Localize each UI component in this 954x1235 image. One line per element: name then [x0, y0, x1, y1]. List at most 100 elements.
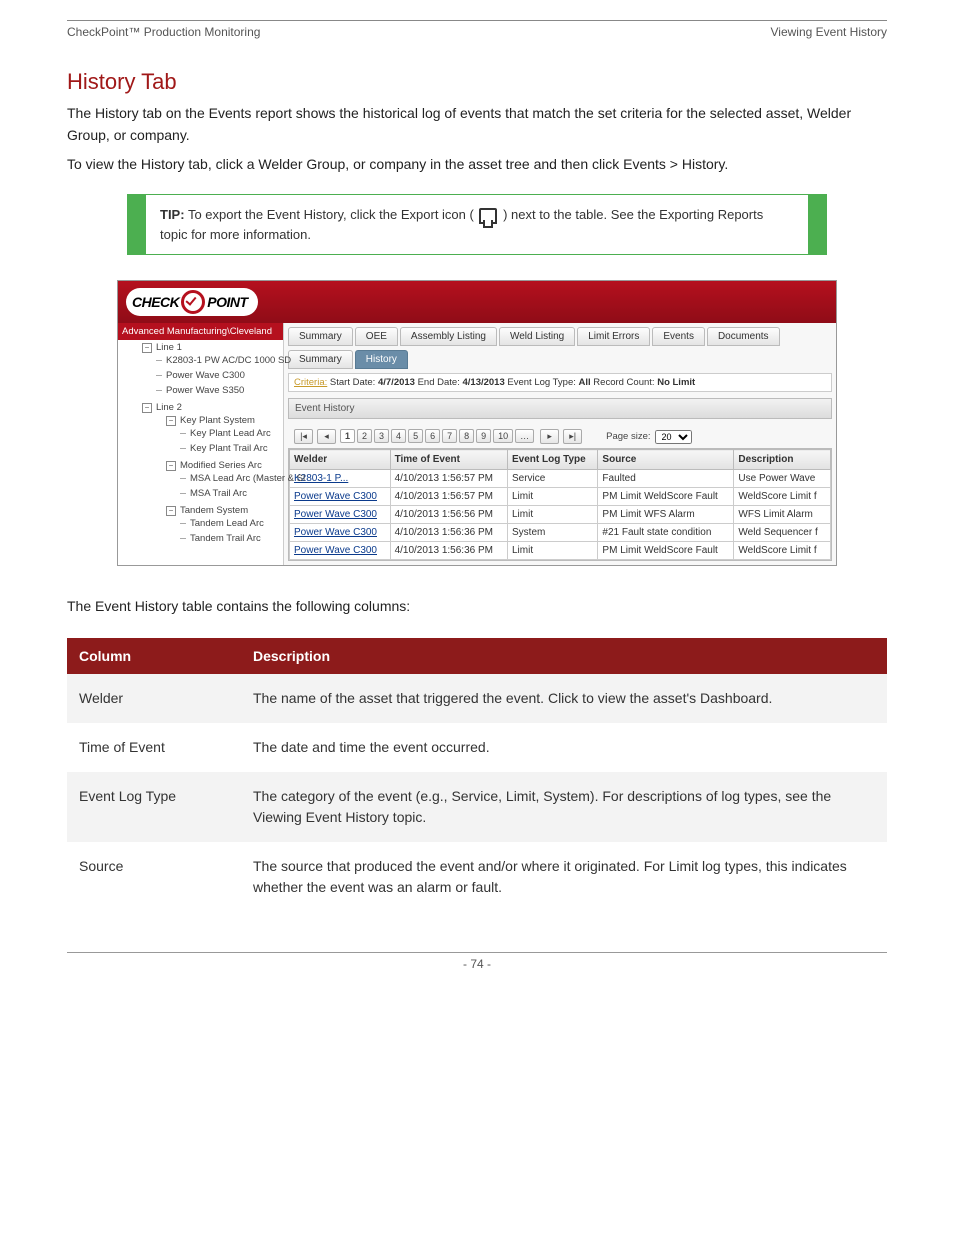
pager-page[interactable]: 2 — [357, 429, 372, 443]
cell: Welder — [67, 674, 241, 723]
pager: |◂ ◂ 12345678910… ▸ ▸| Page size: 20 — [294, 429, 832, 444]
cell: 4/10/2013 1:56:36 PM — [390, 524, 507, 542]
welder-link[interactable]: Power Wave C300 — [290, 506, 391, 524]
tree-item[interactable]: Key Plant Trail Arc — [190, 443, 268, 454]
pager-page[interactable]: 4 — [391, 429, 406, 443]
table-row: Power Wave C3004/10/2013 1:56:36 PMLimit… — [290, 542, 831, 560]
screenshot: CHECK POINT Advanced Manufacturing\Cleve… — [117, 280, 837, 566]
criteria-bar[interactable]: Criteria: Start Date: 4/7/2013 End Date:… — [288, 373, 832, 392]
tab-oee[interactable]: OEE — [355, 327, 398, 346]
pager-page[interactable]: 10 — [493, 429, 513, 443]
folder-icon[interactable]: − — [166, 506, 176, 516]
logo-text-b: POINT — [207, 294, 247, 310]
tab-limit-errors[interactable]: Limit Errors — [577, 327, 650, 346]
criteria-label: Criteria: — [294, 377, 327, 388]
tree-root[interactable]: Advanced Manufacturing\Cleveland — [118, 323, 283, 340]
welder-link[interactable]: Power Wave C300 — [290, 488, 391, 506]
tip-bar-right — [808, 195, 826, 254]
cell: Limit — [508, 542, 598, 560]
logo-check-icon — [181, 290, 205, 314]
tree-item[interactable]: Tandem Trail Arc — [190, 533, 261, 544]
folder-icon[interactable]: − — [166, 461, 176, 471]
tree-item[interactable]: Key Plant System — [180, 415, 255, 426]
page-size-label: Page size: — [606, 431, 650, 442]
pager-page[interactable]: 9 — [476, 429, 491, 443]
table-row: Power Wave C3004/10/2013 1:56:36 PMSyste… — [290, 524, 831, 542]
grid-header[interactable]: Description — [734, 450, 831, 470]
welder-link[interactable]: Power Wave C300 — [290, 524, 391, 542]
tree-item[interactable]: K2803-1 PW AC/DC 1000 SD — [166, 355, 291, 366]
pager-page[interactable]: 5 — [408, 429, 423, 443]
page-size-select[interactable]: 20 — [655, 430, 692, 444]
cell: 4/10/2013 1:56:57 PM — [390, 470, 507, 488]
cell: WeldScore Limit f — [734, 488, 831, 506]
logo-text-a: CHECK — [132, 294, 179, 310]
tab-weld-listing[interactable]: Weld Listing — [499, 327, 575, 346]
tree-item[interactable]: Key Plant Lead Arc — [190, 428, 271, 439]
tip-label: TIP: — [160, 207, 185, 222]
grid-header[interactable]: Time of Event — [390, 450, 507, 470]
cell: The name of the asset that triggered the… — [241, 674, 887, 723]
tab-documents[interactable]: Documents — [707, 327, 780, 346]
cell: 4/10/2013 1:56:56 PM — [390, 506, 507, 524]
cell: System — [508, 524, 598, 542]
pager-prev[interactable]: ◂ — [317, 429, 336, 444]
cell: Limit — [508, 488, 598, 506]
intro-1: The History tab on the Events report sho… — [67, 103, 887, 146]
cell: Service — [508, 470, 598, 488]
pager-page[interactable]: 1 — [340, 429, 355, 443]
subtab-history[interactable]: History — [355, 350, 408, 369]
tree-item[interactable]: Line 2 — [156, 402, 182, 413]
cell: The category of the event (e.g., Service… — [241, 772, 887, 842]
tree-item[interactable]: Modified Series Arc — [180, 460, 262, 471]
grid-header[interactable]: Event Log Type — [508, 450, 598, 470]
pager-page[interactable]: 6 — [425, 429, 440, 443]
table-row: Power Wave C3004/10/2013 1:56:56 PMLimit… — [290, 506, 831, 524]
cell: PM Limit WeldScore Fault — [598, 542, 734, 560]
tab-events[interactable]: Events — [652, 327, 705, 346]
tree-item[interactable]: Power Wave C300 — [166, 370, 245, 381]
tab-summary[interactable]: Summary — [288, 327, 353, 346]
running-left: CheckPoint™ Production Monitoring — [67, 25, 260, 39]
tree-item[interactable]: Line 1 — [156, 342, 182, 353]
tree-item[interactable]: Power Wave S350 — [166, 385, 244, 396]
pager-page[interactable]: … — [515, 429, 534, 443]
tree-item[interactable]: Tandem System — [180, 505, 248, 516]
folder-icon[interactable]: − — [142, 403, 152, 413]
table-row: SourceThe source that produced the event… — [67, 842, 887, 912]
intro-2: To view the History tab, click a Welder … — [67, 154, 887, 176]
cell: WeldScore Limit f — [734, 542, 831, 560]
asset-tree[interactable]: Advanced Manufacturing\Cleveland −Line 1… — [118, 323, 284, 565]
cell: Use Power Wave — [734, 470, 831, 488]
column-description-table: Column Description WelderThe name of the… — [67, 638, 887, 912]
cell: #21 Fault state condition — [598, 524, 734, 542]
subtab-summary[interactable]: Summary — [288, 350, 353, 369]
cell: 4/10/2013 1:56:36 PM — [390, 542, 507, 560]
pager-page[interactable]: 7 — [442, 429, 457, 443]
pager-page[interactable]: 8 — [459, 429, 474, 443]
app-logo: CHECK POINT — [126, 288, 258, 316]
print-icon — [479, 208, 497, 224]
folder-icon[interactable]: − — [166, 416, 176, 426]
cols-header-0: Column — [67, 638, 241, 674]
folder-icon[interactable]: − — [142, 343, 152, 353]
table-row: Event Log TypeThe category of the event … — [67, 772, 887, 842]
tip-line-1: To export the Event History, click the E… — [188, 207, 474, 222]
grid-header[interactable]: Welder — [290, 450, 391, 470]
cell: PM Limit WFS Alarm — [598, 506, 734, 524]
pager-last[interactable]: ▸| — [563, 429, 582, 444]
cell: Source — [67, 842, 241, 912]
sub-tabs: SummaryHistory — [288, 350, 832, 369]
grid-header[interactable]: Source — [598, 450, 734, 470]
pager-next[interactable]: ▸ — [540, 429, 559, 444]
pager-page[interactable]: 3 — [374, 429, 389, 443]
tree-item[interactable]: MSA Trail Arc — [190, 488, 247, 499]
tree-item[interactable]: MSA Lead Arc (Master & Sl — [190, 473, 305, 484]
tree-item[interactable]: Tandem Lead Arc — [190, 518, 264, 529]
cell: Time of Event — [67, 723, 241, 772]
welder-link[interactable]: Power Wave C300 — [290, 542, 391, 560]
cell: WFS Limit Alarm — [734, 506, 831, 524]
pager-first[interactable]: |◂ — [294, 429, 313, 444]
tab-assembly-listing[interactable]: Assembly Listing — [400, 327, 497, 346]
running-right: Viewing Event History — [771, 25, 888, 39]
